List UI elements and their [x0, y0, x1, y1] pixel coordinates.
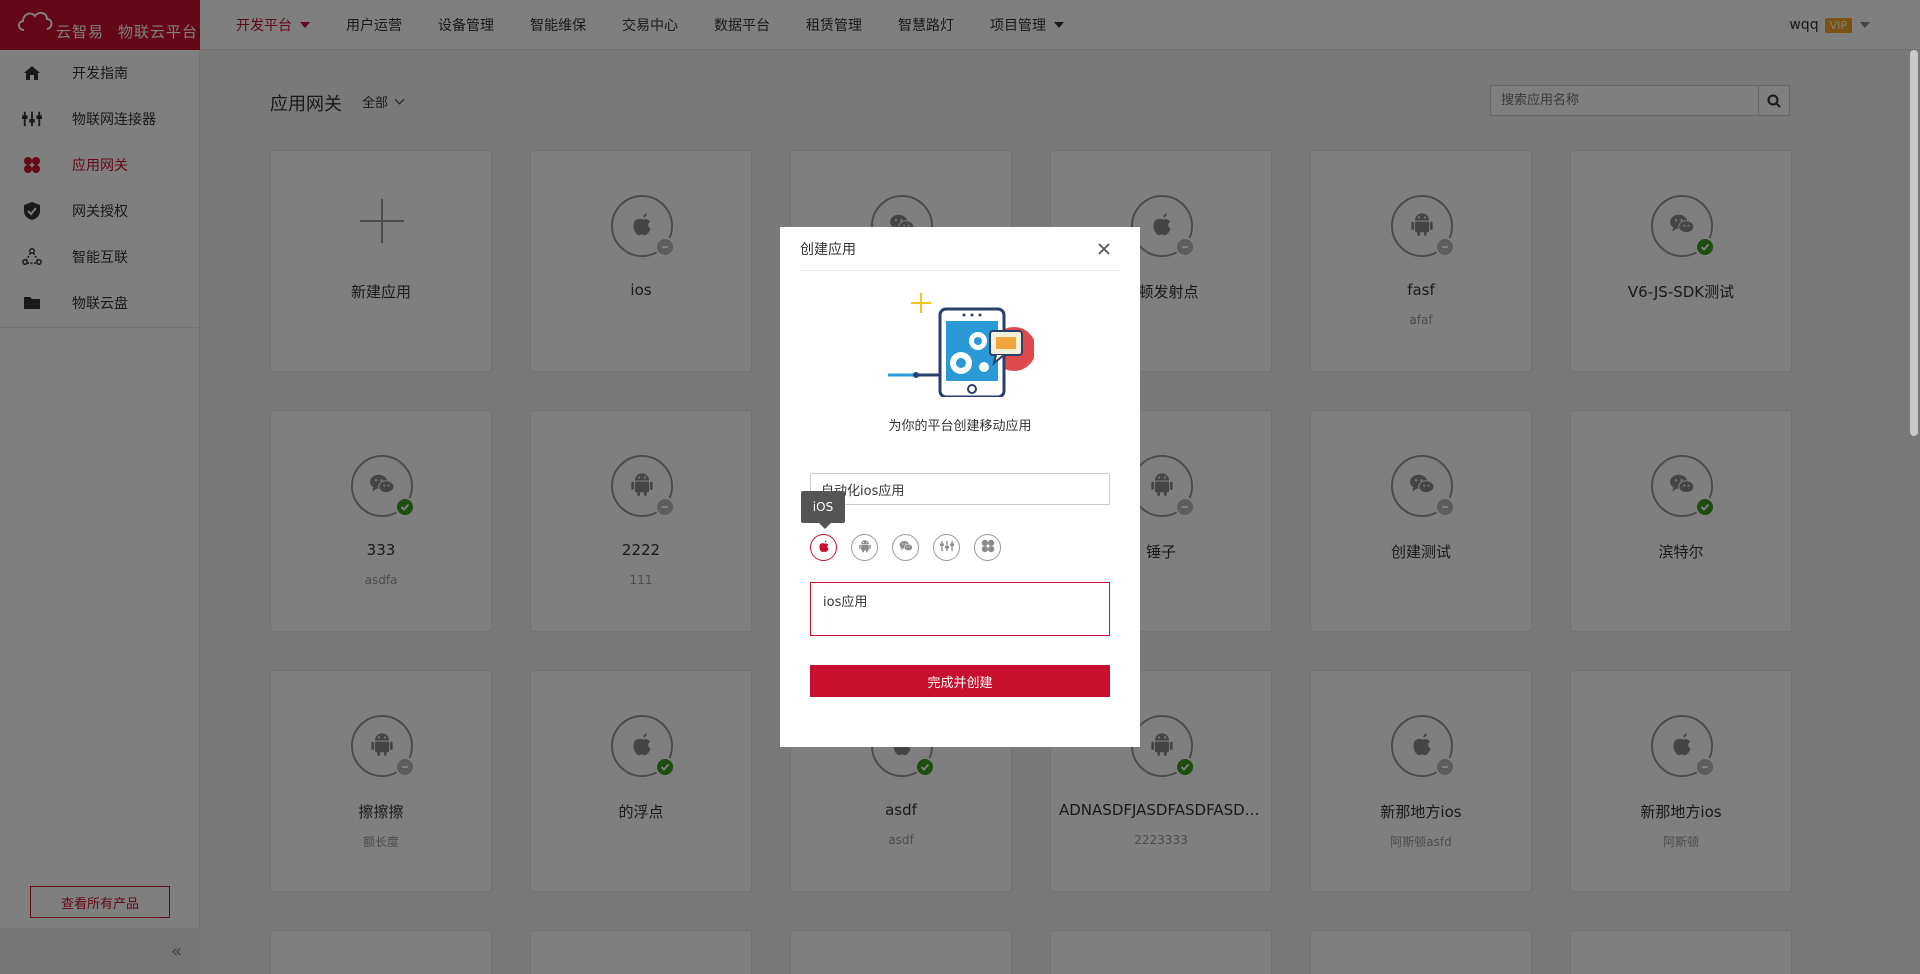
app-name-input[interactable]	[810, 473, 1110, 505]
close-icon[interactable]	[1094, 239, 1114, 259]
connector-icon	[939, 539, 954, 557]
platform-ios-option[interactable]	[810, 534, 837, 561]
platform-wechat-option[interactable]	[892, 534, 919, 561]
platform-clover-option[interactable]	[974, 534, 1001, 561]
platform-selector	[810, 534, 1001, 561]
dialog-title: 创建应用	[800, 241, 856, 258]
finish-create-button[interactable]: 完成并创建	[810, 665, 1110, 697]
create-app-dialog: 创建应用 为你的平台创建移动应用 iOS ios应用 完成并创建	[780, 227, 1140, 747]
clover-icon	[981, 539, 995, 557]
mobile-app-illustration	[888, 293, 1034, 397]
platform-tooltip: iOS	[801, 491, 845, 529]
dialog-header: 创建应用	[800, 227, 1120, 271]
wechat-icon	[899, 539, 913, 557]
platform-connector-option[interactable]	[933, 534, 960, 561]
platform-android-option[interactable]	[851, 534, 878, 561]
page-scrollbar[interactable]	[1910, 50, 1918, 436]
android-icon	[858, 539, 872, 557]
apple-icon	[817, 539, 831, 557]
app-description-textarea[interactable]: ios应用	[810, 582, 1110, 636]
dialog-subtitle: 为你的平台创建移动应用	[888, 419, 1032, 434]
